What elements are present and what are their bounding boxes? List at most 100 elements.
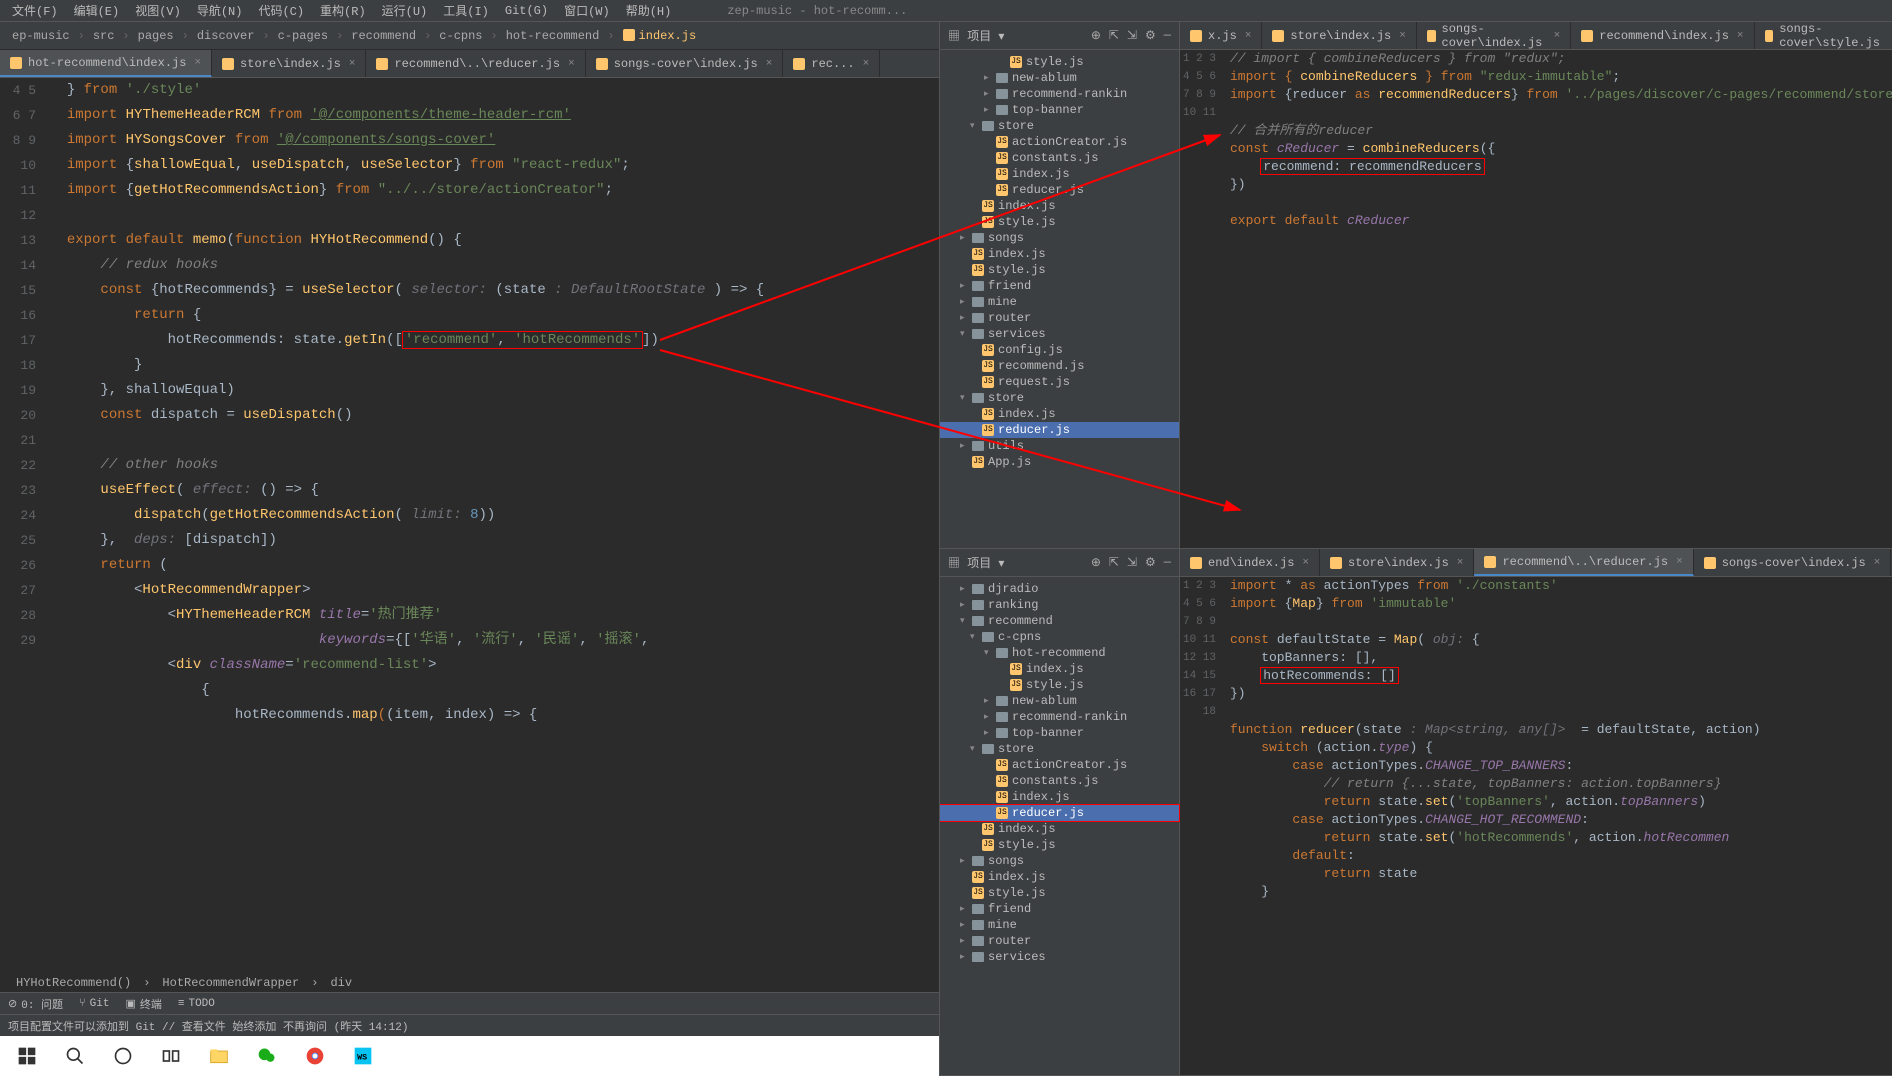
tree-item[interactable]: JSstyle.js <box>940 262 1179 278</box>
bc-part[interactable]: hot-recommend <box>502 29 604 43</box>
collapse-icon[interactable]: ⇱ <box>1109 555 1119 570</box>
wechat-icon[interactable] <box>244 1036 290 1076</box>
main-editor[interactable]: 4 5 6 7 8 9 10 11 12 13 14 15 16 17 18 1… <box>0 78 939 974</box>
chrome-icon[interactable] <box>292 1036 338 1076</box>
tree-item[interactable]: ▸recommend-rankin <box>940 86 1179 102</box>
expand-icon[interactable]: ⇲ <box>1127 555 1137 570</box>
gear-icon[interactable]: ⚙ <box>1145 28 1156 43</box>
bc-part[interactable]: c-cpns <box>435 29 486 43</box>
tree-item[interactable]: ▸songs <box>940 230 1179 246</box>
close-icon[interactable]: × <box>1399 30 1406 42</box>
tree-item[interactable]: ▸utils <box>940 438 1179 454</box>
tree-item[interactable]: ▸router <box>940 310 1179 326</box>
tree-item[interactable]: ▸top-banner <box>940 725 1179 741</box>
close-icon[interactable]: × <box>766 58 773 70</box>
collapse-icon[interactable]: ⇱ <box>1109 28 1119 43</box>
code-area[interactable]: } from './style' import HYThemeHeaderRCM… <box>50 78 939 974</box>
crumblet-item[interactable]: div <box>324 976 358 990</box>
editor-tab[interactable]: recommend\..\reducer.js× <box>1474 549 1693 576</box>
menu-nav[interactable]: 导航(N) <box>189 2 251 19</box>
tree-item[interactable]: ▾store <box>940 741 1179 757</box>
tree-item[interactable]: JSindex.js <box>940 166 1179 182</box>
close-icon[interactable]: × <box>1554 30 1561 42</box>
tree-item[interactable]: ▸friend <box>940 901 1179 917</box>
menu-run[interactable]: 运行(U) <box>374 2 436 19</box>
menu-help[interactable]: 帮助(H) <box>618 2 680 19</box>
gear-icon[interactable]: ⚙ <box>1145 555 1156 570</box>
close-icon[interactable]: × <box>1737 30 1744 42</box>
target-icon[interactable]: ⊕ <box>1091 555 1101 570</box>
tree-item[interactable]: ▸songs <box>940 853 1179 869</box>
editor-tab[interactable]: rec...× <box>783 50 880 77</box>
tree-item[interactable]: JSrequest.js <box>940 374 1179 390</box>
tree-item[interactable]: JSrecommend.js <box>940 358 1179 374</box>
project-tree[interactable]: ▸djradio▸ranking▾recommend▾c-cpns▾hot-re… <box>940 577 1179 969</box>
close-icon[interactable]: × <box>1302 557 1309 569</box>
editor-tab[interactable]: songs-cover\index.js× <box>586 50 784 77</box>
editor-tab[interactable]: hot-recommend\index.js× <box>0 50 212 77</box>
tree-item[interactable]: ▸mine <box>940 917 1179 933</box>
menu-edit[interactable]: 编辑(E) <box>66 2 128 19</box>
webstorm-icon[interactable]: WS <box>340 1036 386 1076</box>
tree-item[interactable]: JSconstants.js <box>940 150 1179 166</box>
bc-part[interactable]: discover <box>193 29 259 43</box>
problems-tab[interactable]: ⊘ 0: 问题 <box>8 996 63 1012</box>
menu-refactor[interactable]: 重构(R) <box>312 2 374 19</box>
menu-tools[interactable]: 工具(I) <box>435 2 497 19</box>
start-icon[interactable] <box>4 1036 50 1076</box>
cortana-icon[interactable] <box>100 1036 146 1076</box>
crumblet-item[interactable]: HYHotRecommend() <box>10 976 137 990</box>
tree-item[interactable]: JSindex.js <box>940 789 1179 805</box>
hide-icon[interactable]: — <box>1164 555 1171 570</box>
close-icon[interactable]: × <box>1245 30 1252 42</box>
git-tab[interactable]: ⑂ Git <box>79 998 109 1010</box>
editor-tab[interactable]: songs-cover\index.js× <box>1417 22 1571 49</box>
tree-item[interactable]: ▸top-banner <box>940 102 1179 118</box>
tree-item[interactable]: ▸services <box>940 949 1179 965</box>
crumblet-item[interactable]: HotRecommendWrapper <box>156 976 305 990</box>
tree-item[interactable]: JSreducer.js <box>940 422 1179 438</box>
tree-item[interactable]: ▾hot-recommend <box>940 645 1179 661</box>
todo-tab[interactable]: ≡ TODO <box>178 998 215 1010</box>
close-icon[interactable]: × <box>1874 557 1881 569</box>
editor-tab[interactable]: recommend\index.js× <box>1571 22 1754 49</box>
tree-item[interactable]: ▾store <box>940 118 1179 134</box>
sidebar-title[interactable]: ▦ 项目 ▾ <box>948 554 1004 571</box>
tree-item[interactable]: JSconfig.js <box>940 342 1179 358</box>
tree-item[interactable]: JSApp.js <box>940 454 1179 470</box>
editor-tab[interactable]: store\index.js× <box>212 50 366 77</box>
tree-item[interactable]: JSstyle.js <box>940 677 1179 693</box>
editor-tab[interactable]: recommend\..\reducer.js× <box>366 50 585 77</box>
tree-item[interactable]: ▸djradio <box>940 581 1179 597</box>
tree-item[interactable]: JSindex.js <box>940 869 1179 885</box>
tree-item[interactable]: JSstyle.js <box>940 837 1179 853</box>
tree-item[interactable]: JSindex.js <box>940 821 1179 837</box>
tree-item[interactable]: JSconstants.js <box>940 773 1179 789</box>
tree-item[interactable]: ▾recommend <box>940 613 1179 629</box>
sidebar-title[interactable]: ▦ 项目 ▾ <box>948 27 1004 44</box>
tree-item[interactable]: JSstyle.js <box>940 54 1179 70</box>
search-icon[interactable] <box>52 1036 98 1076</box>
tree-item[interactable]: JSindex.js <box>940 246 1179 262</box>
terminal-tab[interactable]: ▣ 终端 <box>125 996 161 1012</box>
close-icon[interactable]: × <box>349 58 356 70</box>
project-tree[interactable]: JSstyle.js▸new-ablum▸recommend-rankin▸to… <box>940 50 1179 474</box>
tree-item[interactable]: JSindex.js <box>940 198 1179 214</box>
tree-item[interactable]: JSactionCreator.js <box>940 134 1179 150</box>
close-icon[interactable]: × <box>1457 557 1464 569</box>
expand-icon[interactable]: ⇲ <box>1127 28 1137 43</box>
task-view-icon[interactable] <box>148 1036 194 1076</box>
tree-item[interactable]: ▸router <box>940 933 1179 949</box>
code-area[interactable]: import * as actionTypes from './constant… <box>1230 577 1892 1075</box>
explorer-icon[interactable] <box>196 1036 242 1076</box>
close-icon[interactable]: × <box>1676 556 1683 568</box>
close-icon[interactable]: × <box>863 58 870 70</box>
tree-item[interactable]: ▸ranking <box>940 597 1179 613</box>
close-icon[interactable]: × <box>194 57 201 69</box>
editor-tab[interactable]: songs-cover\index.js× <box>1694 549 1892 576</box>
bc-part[interactable]: pages <box>134 29 178 43</box>
bc-part[interactable]: c-pages <box>274 29 332 43</box>
code-area[interactable]: // import { combineReducers } from "redu… <box>1230 50 1892 548</box>
editor-tab[interactable]: x.js× <box>1180 22 1262 49</box>
tree-item[interactable]: ▸friend <box>940 278 1179 294</box>
